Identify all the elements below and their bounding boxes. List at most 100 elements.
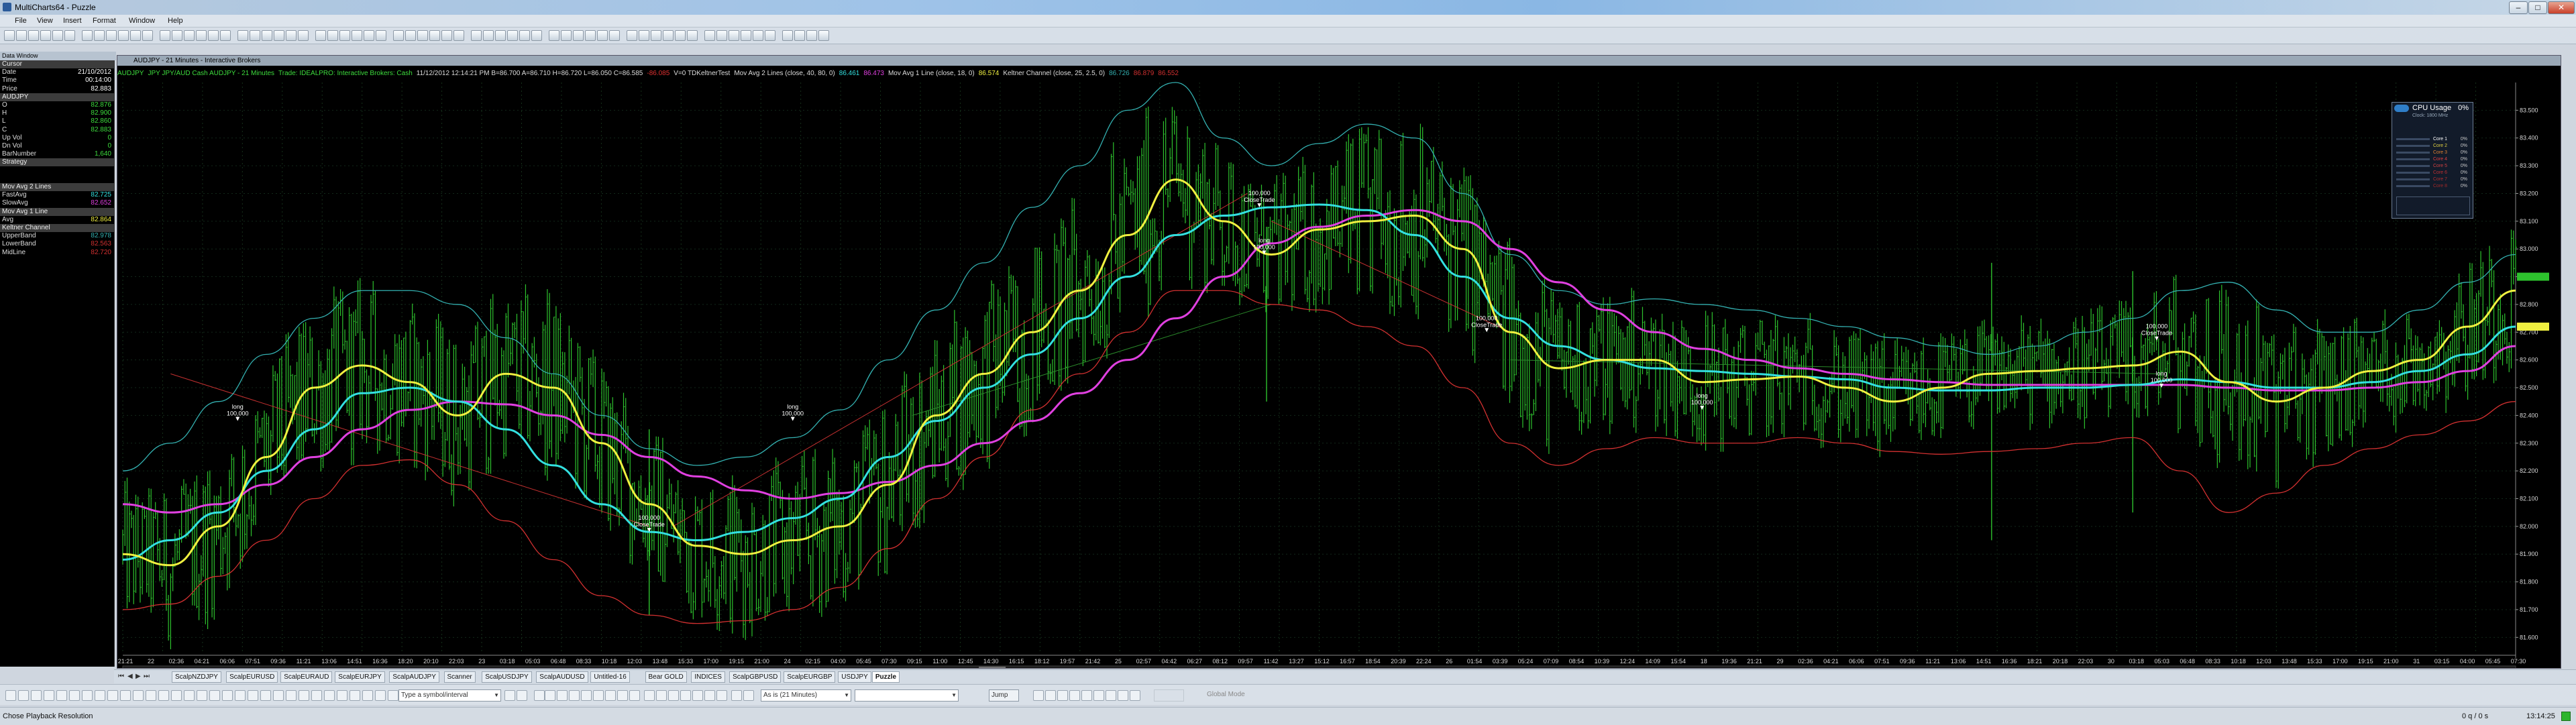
drawing-tool-icon[interactable]: [362, 690, 373, 701]
drawing-tool-icon[interactable]: [388, 690, 398, 701]
drawing-tool-icon[interactable]: [716, 690, 727, 701]
toolbar-button-icon[interactable]: [729, 30, 739, 41]
toolbar-button-icon[interactable]: [4, 30, 15, 41]
toolbar-button-icon[interactable]: [561, 30, 572, 41]
drawing-tool-icon[interactable]: [1130, 690, 1140, 701]
toolbar-button-icon[interactable]: [106, 30, 117, 41]
toolbar-button-icon[interactable]: [94, 30, 105, 41]
toolbar-button-icon[interactable]: [286, 30, 297, 41]
toolbar-button-icon[interactable]: [417, 30, 428, 41]
drawing-tool-icon[interactable]: [197, 690, 207, 701]
drawing-tool-icon[interactable]: [44, 690, 54, 701]
toolbar-button-icon[interactable]: [429, 30, 440, 41]
sheet-tab[interactable]: Scanner: [443, 671, 476, 683]
toolbar-button-icon[interactable]: [609, 30, 620, 41]
drawing-tool-icon[interactable]: [557, 690, 568, 701]
menu-format[interactable]: Format: [93, 17, 116, 25]
sheet-tab[interactable]: INDICES: [691, 671, 725, 683]
toolbar-button-icon[interactable]: [196, 30, 207, 41]
toolbar-button-icon[interactable]: [782, 30, 793, 41]
trade-marker[interactable]: long100,000: [227, 404, 249, 421]
drawing-tool-icon[interactable]: [668, 690, 679, 701]
toolbar-button-icon[interactable]: [531, 30, 542, 41]
drawing-tool-icon[interactable]: [248, 690, 258, 701]
toolbar-button-icon[interactable]: [142, 30, 153, 41]
drawing-tool-icon[interactable]: [605, 690, 616, 701]
toolbar-button-icon[interactable]: [274, 30, 284, 41]
toolbar-button-icon[interactable]: [376, 30, 386, 41]
drawing-tool-icon[interactable]: [95, 690, 105, 701]
drawing-tool-icon[interactable]: [743, 690, 754, 701]
drawing-tool-icon[interactable]: [1057, 690, 1068, 701]
drawing-tool-icon[interactable]: [69, 690, 80, 701]
toolbar-button-icon[interactable]: [687, 30, 698, 41]
chart-scrollbar-thumb[interactable]: [979, 667, 1006, 668]
menu-insert[interactable]: Insert: [63, 17, 82, 25]
drawing-tool-icon[interactable]: [569, 690, 580, 701]
sheet-tab[interactable]: Untitled-16: [590, 671, 630, 683]
drawing-tool-icon[interactable]: [56, 690, 67, 701]
drawing-tool-icon[interactable]: [593, 690, 604, 701]
toolbar-button-icon[interactable]: [597, 30, 608, 41]
datetime-input[interactable]: ▼: [855, 689, 959, 702]
sheet-tab[interactable]: ScalpUSDJPY: [482, 671, 532, 683]
trade-marker[interactable]: long100,000: [782, 404, 804, 421]
drawing-tool-icon[interactable]: [350, 690, 360, 701]
close-button[interactable]: ✕: [2548, 1, 2575, 14]
toolbar-button-icon[interactable]: [716, 30, 727, 41]
toolbar-button-icon[interactable]: [184, 30, 195, 41]
sheet-tab[interactable]: ScalpEURJPY: [335, 671, 385, 683]
toolbar-button-icon[interactable]: [327, 30, 338, 41]
drawing-tool-icon[interactable]: [680, 690, 691, 701]
toolbar-button-icon[interactable]: [651, 30, 661, 41]
drawing-tool-icon[interactable]: [222, 690, 233, 701]
chart-scrollbar[interactable]: [122, 665, 2516, 668]
drawing-tool-icon[interactable]: [629, 690, 640, 701]
toolbar-button-icon[interactable]: [52, 30, 63, 41]
drawing-tool-icon[interactable]: [5, 690, 16, 701]
drawing-tool-icon[interactable]: [1033, 690, 1044, 701]
toolbar-button-icon[interactable]: [806, 30, 817, 41]
drawing-tool-icon[interactable]: [1069, 690, 1080, 701]
minimize-button[interactable]: –: [2509, 1, 2528, 14]
drawing-tool-icon[interactable]: [534, 690, 545, 701]
drawing-tool-icon[interactable]: [617, 690, 628, 701]
resolution-select[interactable]: As is (21 Minutes) ▼: [761, 689, 851, 702]
toolbar-button-icon[interactable]: [549, 30, 559, 41]
menu-view[interactable]: View: [37, 17, 53, 25]
drawing-tool-icon[interactable]: [146, 690, 156, 701]
toolbar-button-icon[interactable]: [627, 30, 637, 41]
toolbar-button-icon[interactable]: [262, 30, 272, 41]
drawing-tool-icon[interactable]: [260, 690, 271, 701]
toolbar-button-icon[interactable]: [818, 30, 829, 41]
sheet-tab[interactable]: ScalpGBPUSD: [729, 671, 782, 683]
toolbar-button-icon[interactable]: [704, 30, 715, 41]
drawing-tool-icon[interactable]: [31, 690, 42, 701]
toolbar-button-icon[interactable]: [208, 30, 219, 41]
symbol-input[interactable]: Type a symbol/interval ▼: [398, 689, 501, 702]
drawing-tool-icon[interactable]: [18, 690, 29, 701]
sheet-tab[interactable]: ScalpEURUSD: [226, 671, 278, 683]
drawing-tool-icon[interactable]: [82, 690, 93, 701]
drawing-tool-icon[interactable]: [120, 690, 131, 701]
toolbar-button-icon[interactable]: [160, 30, 170, 41]
drawing-tool-icon[interactable]: [337, 690, 347, 701]
toolbar-button-icon[interactable]: [364, 30, 374, 41]
drawing-tool-icon[interactable]: [1045, 690, 1056, 701]
trade-marker[interactable]: 100,000CloseTrade: [2141, 323, 2172, 341]
jump-button[interactable]: Jump: [989, 689, 1019, 702]
drawing-tool-icon[interactable]: [692, 690, 703, 701]
drawing-tool-icon[interactable]: [581, 690, 592, 701]
toolbar-button-icon[interactable]: [339, 30, 350, 41]
toolbar-button-icon[interactable]: [64, 30, 75, 41]
sheet-tab[interactable]: ScalpAUDJPY: [389, 671, 439, 683]
toolbar-button-icon[interactable]: [441, 30, 452, 41]
drawing-tool-icon[interactable]: [1118, 690, 1128, 701]
drawing-tool-icon[interactable]: [299, 690, 309, 701]
drawing-tool-icon[interactable]: [517, 690, 527, 701]
toolbar-button-icon[interactable]: [16, 30, 27, 41]
drawing-tool-icon[interactable]: [133, 690, 144, 701]
toolbar-button-icon[interactable]: [765, 30, 775, 41]
sheet-tab[interactable]: ScalpNZDJPY: [172, 671, 221, 683]
menu-help[interactable]: Help: [168, 17, 183, 25]
